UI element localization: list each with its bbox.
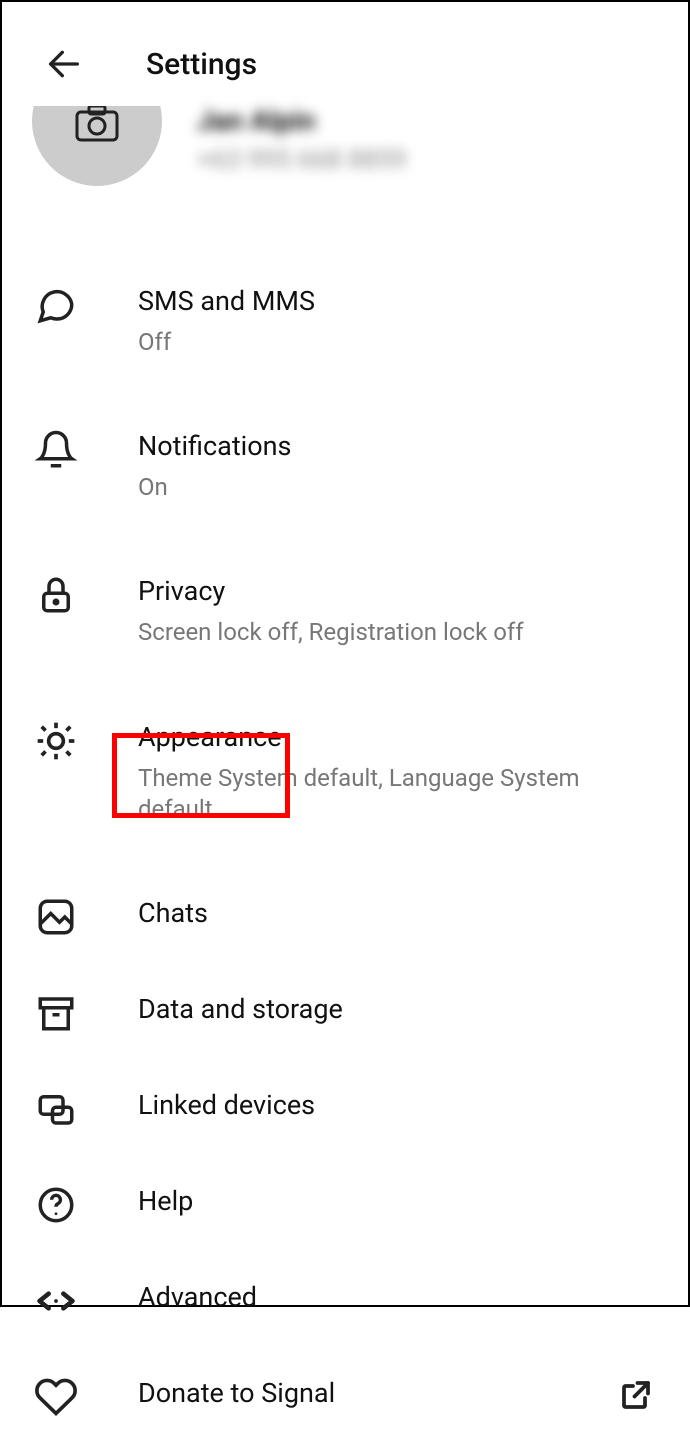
menu-item-notifications[interactable]: Notifications On [2,406,688,523]
external-link-icon [618,1377,654,1413]
avatar [32,106,162,191]
sun-icon [34,719,78,763]
chat-bubble-icon [35,284,77,326]
menu-item-appearance[interactable]: Appearance Theme System default, Languag… [2,697,688,845]
menu-item-privacy[interactable]: Privacy Screen lock off, Registration lo… [2,551,688,668]
image-icon [35,896,77,938]
linked-devices-icon [35,1088,77,1130]
menu-item-data-storage[interactable]: Data and storage [2,969,688,1057]
menu-label: Notifications [138,430,658,462]
menu-sublabel: Theme System default, Language System de… [138,763,658,825]
menu-label: Chats [138,897,658,929]
menu-sublabel: On [138,472,658,503]
menu-label: SMS and MMS [138,285,658,317]
header: Settings [2,2,688,116]
menu-item-donate[interactable]: Donate to Signal [2,1353,688,1441]
menu-label: Linked devices [138,1089,658,1121]
heart-icon [34,1375,78,1419]
menu-label: Donate to Signal [138,1377,556,1409]
profile-phone: +63 995 668 8859 [197,145,406,175]
lock-icon [35,574,77,616]
back-button[interactable] [42,42,86,86]
settings-menu: SMS and MMS Off Notifications On Privacy… [2,211,688,1441]
menu-label: Data and storage [138,993,658,1025]
menu-label: Advanced [138,1281,658,1313]
help-icon [35,1184,77,1226]
code-icon [34,1279,78,1323]
menu-sublabel: Screen lock off, Registration lock off [138,617,658,648]
menu-item-linked-devices[interactable]: Linked devices [2,1065,688,1153]
menu-label: Privacy [138,575,658,607]
camera-icon [67,106,127,148]
menu-item-advanced[interactable]: Advanced [2,1257,688,1345]
page-title: Settings [146,47,257,82]
archive-icon [35,992,77,1034]
profile-name: Jan Alpin [197,104,406,137]
bell-icon [35,429,77,471]
profile-row[interactable]: Jan Alpin +63 995 668 8859 [2,106,688,211]
menu-sublabel: Off [138,327,658,358]
menu-item-chats[interactable]: Chats [2,873,688,961]
menu-item-sms[interactable]: SMS and MMS Off [2,261,688,378]
menu-item-help[interactable]: Help [2,1161,688,1249]
menu-label: Help [138,1185,658,1217]
menu-label: Appearance [138,721,658,753]
arrow-left-icon [44,44,84,84]
